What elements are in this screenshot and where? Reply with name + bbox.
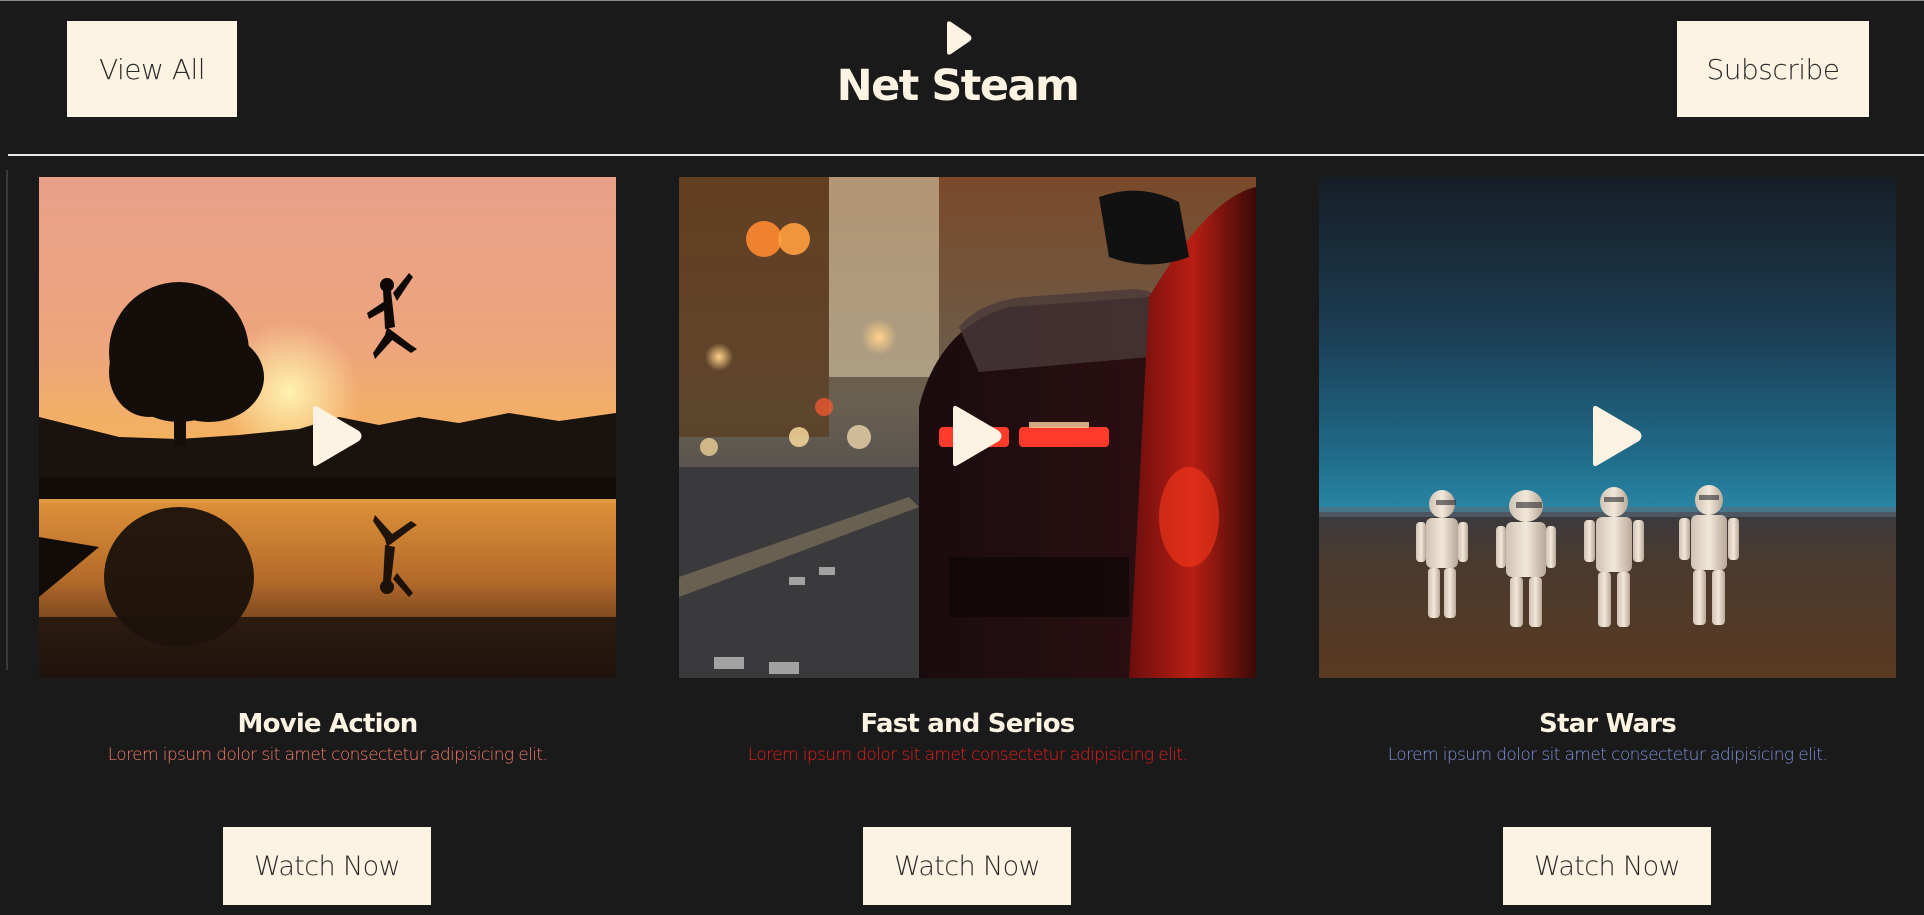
movie-card: Fast and Serios Lorem ipsum dolor sit am… [679,177,1256,915]
play-icon[interactable] [307,404,363,468]
card-description: Lorem ipsum dolor sit amet consectetur a… [1387,745,1828,765]
watch-now-button[interactable]: Watch Now [223,827,431,905]
movie-thumbnail[interactable] [679,177,1256,678]
card-title: Fast and Serios [860,709,1076,739]
watch-now-button[interactable]: Watch Now [863,827,1071,905]
movie-thumbnail[interactable] [39,177,616,678]
view-all-button[interactable]: View All [67,21,237,117]
card-description: Lorem ipsum dolor sit amet consectetur a… [747,745,1188,765]
movie-thumbnail[interactable] [1319,177,1896,678]
play-icon[interactable] [1587,404,1643,468]
brand[interactable]: Net Steam [800,19,1115,111]
movie-card: Movie Action Lorem ipsum dolor sit amet … [39,177,616,915]
play-icon [946,21,971,55]
subscribe-button[interactable]: Subscribe [1677,21,1869,117]
page: View All Net Steam Subscribe Movie Actio… [0,0,1924,915]
header-divider [8,154,1924,156]
watch-now-button[interactable]: Watch Now [1503,827,1711,905]
card-title: Star Wars [1539,709,1677,739]
play-icon[interactable] [947,404,1003,468]
left-edge-line [6,170,8,670]
brand-title: Net Steam [836,61,1080,111]
movie-card: Star Wars Lorem ipsum dolor sit amet con… [1319,177,1896,915]
card-description: Lorem ipsum dolor sit amet consectetur a… [107,745,548,765]
site-header: View All Net Steam Subscribe [0,1,1924,154]
card-title: Movie Action [237,709,419,739]
